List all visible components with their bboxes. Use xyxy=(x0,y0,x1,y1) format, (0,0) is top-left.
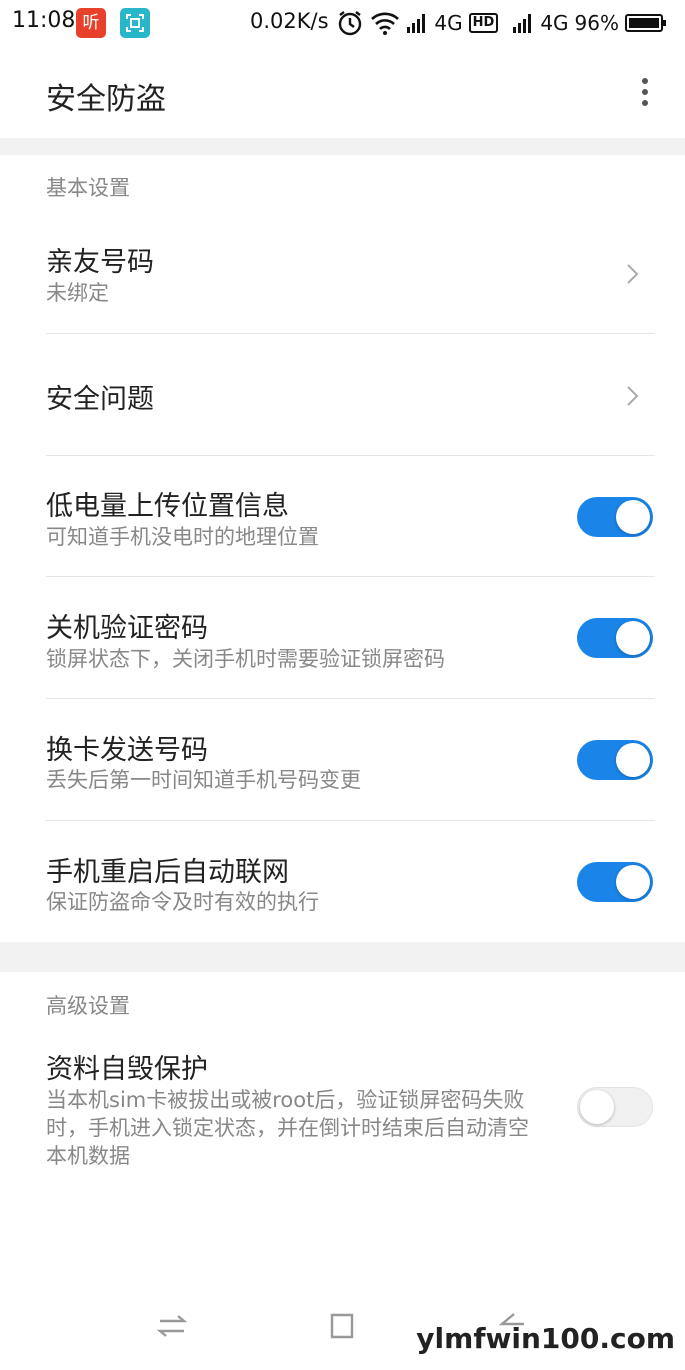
item-title: 关机验证密码 xyxy=(46,613,208,644)
item-subtitle-line-2: 时，手机进入锁定状态，并在倒计时结束后自动清空 xyxy=(46,1116,529,1140)
setting-item-low-battery-location[interactable]: 低电量上传位置信息 可知道手机没电时的地理位置 xyxy=(0,456,685,576)
item-title: 手机重启后自动联网 xyxy=(46,857,289,888)
item-title: 资料自毁保护 xyxy=(46,1054,208,1085)
low-battery-location-toggle[interactable] xyxy=(577,497,653,537)
item-subtitle: 丢失后第一时间知道手机号码变更 xyxy=(46,768,361,792)
setting-item-auto-network-reboot[interactable]: 手机重启后自动联网 保证防盗命令及时有效的执行 xyxy=(0,821,685,941)
item-title: 亲友号码 xyxy=(46,247,154,278)
status-time: 11:08 xyxy=(12,8,76,33)
more-options-button[interactable] xyxy=(631,72,659,112)
scan-app-icon xyxy=(120,8,150,38)
status-bar: 11:08 听 0.02K/s 4G HD 4G 96% xyxy=(0,0,685,48)
swap-arrows-icon xyxy=(156,1315,188,1337)
section-separator xyxy=(0,942,685,972)
app-bar: 安全防盗 xyxy=(0,48,685,136)
switch-apps-button[interactable] xyxy=(152,1306,192,1346)
chevron-right-icon xyxy=(627,386,639,406)
section-header-basic: 基本设置 xyxy=(46,176,130,200)
data-self-destruct-toggle[interactable] xyxy=(577,1087,653,1127)
section-separator xyxy=(0,138,685,155)
listen-app-icon: 听 xyxy=(76,8,106,38)
network-speed: 0.02K/s xyxy=(250,9,329,33)
watermark: ylmfwin100.com xyxy=(416,1322,675,1355)
home-button[interactable] xyxy=(322,1306,362,1346)
page-title: 安全防盗 xyxy=(46,82,166,117)
signal-icon-sim2 xyxy=(512,12,534,34)
item-subtitle-line-3: 本机数据 xyxy=(46,1144,130,1168)
status-icons: 4G HD 4G 96% xyxy=(336,8,667,38)
signal-icon-sim1 xyxy=(406,12,428,34)
wifi-icon xyxy=(370,10,400,36)
alarm-icon xyxy=(336,9,364,37)
battery-percent: 96% xyxy=(574,11,619,35)
item-title: 换卡发送号码 xyxy=(46,735,208,766)
item-subtitle: 未绑定 xyxy=(46,281,109,305)
setting-item-sim-change-notify[interactable]: 换卡发送号码 丢失后第一时间知道手机号码变更 xyxy=(0,699,685,820)
setting-item-friend-number[interactable]: 亲友号码 未绑定 xyxy=(0,215,685,333)
sim-change-notify-toggle[interactable] xyxy=(577,740,653,780)
item-subtitle: 锁屏状态下，关闭手机时需要验证锁屏密码 xyxy=(46,647,445,671)
network-type-sim1: 4G xyxy=(434,11,463,35)
shutdown-password-toggle[interactable] xyxy=(577,618,653,658)
section-header-advanced: 高级设置 xyxy=(46,994,130,1018)
chevron-right-icon xyxy=(627,264,639,284)
setting-item-security-question[interactable]: 安全问题 xyxy=(0,334,685,454)
home-square-icon xyxy=(330,1313,354,1339)
hd-icon: HD xyxy=(468,13,499,33)
setting-item-shutdown-password[interactable]: 关机验证密码 锁屏状态下，关闭手机时需要验证锁屏密码 xyxy=(0,577,685,698)
network-type-sim2: 4G xyxy=(540,11,569,35)
item-subtitle: 可知道手机没电时的地理位置 xyxy=(46,525,319,549)
battery-icon xyxy=(625,13,667,33)
setting-item-data-self-destruct[interactable]: 资料自毁保护 当本机sim卡被拔出或被root后，验证锁屏密码失败 时，手机进入… xyxy=(0,1030,685,1180)
auto-network-reboot-toggle[interactable] xyxy=(577,862,653,902)
item-subtitle: 保证防盗命令及时有效的执行 xyxy=(46,890,319,914)
item-title: 安全问题 xyxy=(46,384,154,415)
item-subtitle-line-1: 当本机sim卡被拔出或被root后，验证锁屏密码失败 xyxy=(46,1088,525,1112)
item-title: 低电量上传位置信息 xyxy=(46,491,289,522)
